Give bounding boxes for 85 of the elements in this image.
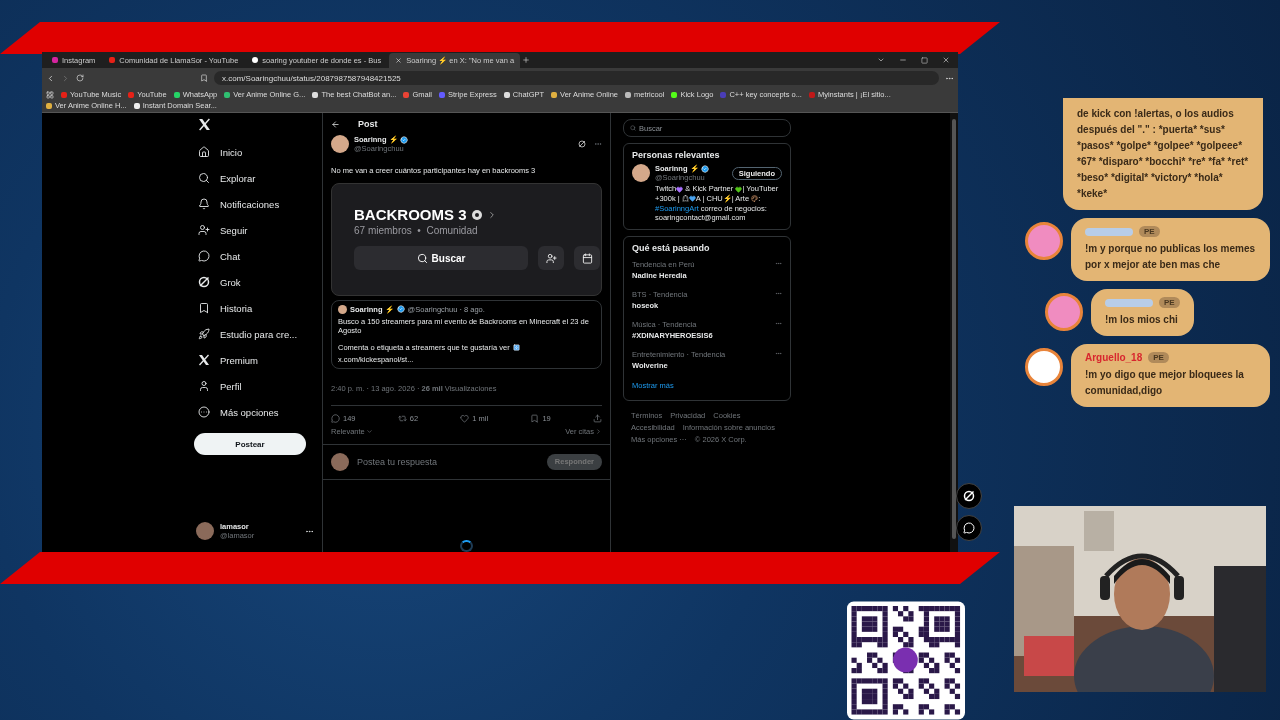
home-icon bbox=[198, 146, 210, 158]
repost-icon bbox=[397, 413, 407, 423]
country-badge: PE bbox=[1139, 226, 1160, 237]
bell-icon bbox=[198, 198, 210, 210]
avatar[interactable] bbox=[632, 164, 650, 182]
page-title: Post bbox=[358, 119, 378, 129]
card-title: Qué está pasando bbox=[632, 243, 711, 253]
x-logo-icon bbox=[395, 56, 403, 64]
avatar bbox=[331, 452, 349, 471]
slashed-circle-icon bbox=[963, 490, 975, 502]
bookmark-icon bbox=[530, 413, 540, 423]
avatar bbox=[1025, 222, 1063, 260]
search-icon bbox=[416, 252, 428, 264]
youtube-icon bbox=[109, 57, 116, 63]
x-logo-icon bbox=[198, 354, 210, 366]
google-icon bbox=[252, 57, 259, 63]
avatar[interactable] bbox=[331, 135, 349, 153]
chat-message: !m los mios chi bbox=[1105, 313, 1179, 327]
new-tab-icon[interactable] bbox=[522, 56, 531, 64]
nav-item[interactable]: Más opciones bbox=[190, 399, 322, 425]
reply-field[interactable]: Postea tu respuesta bbox=[355, 455, 541, 468]
palette-icon bbox=[751, 195, 759, 203]
user-plus-icon bbox=[198, 224, 210, 236]
instagram-icon bbox=[52, 57, 58, 63]
bookmark-icon[interactable] bbox=[200, 74, 208, 82]
blurred-username bbox=[1085, 227, 1133, 236]
card-title: Personas relevantes bbox=[632, 150, 721, 160]
nav-item[interactable]: Notificaciones bbox=[190, 191, 322, 217]
share-icon bbox=[593, 413, 602, 423]
reply-icon bbox=[331, 413, 340, 423]
user-icon bbox=[198, 380, 210, 392]
loading-spinner bbox=[460, 539, 473, 552]
calendar-icon bbox=[581, 252, 593, 264]
blurred-username bbox=[1105, 298, 1153, 307]
back-icon[interactable] bbox=[331, 119, 340, 129]
nav-item[interactable]: Inicio bbox=[190, 139, 322, 165]
chat-message: !m yo digo que mejor bloquees la comunidad,digo bbox=[1085, 368, 1245, 398]
verified-icon bbox=[396, 305, 405, 314]
search-icon bbox=[630, 125, 636, 131]
verified-icon bbox=[399, 135, 408, 144]
avatar bbox=[1045, 293, 1083, 331]
chat-icon bbox=[198, 250, 210, 262]
scrollbar[interactable] bbox=[952, 119, 956, 539]
chat-message: !m y porque no publicas los memes por x mejor ate ben mas che bbox=[1085, 242, 1256, 272]
chat-username: Arguello_18 bbox=[1085, 352, 1143, 363]
minimize-icon[interactable] bbox=[899, 56, 907, 64]
community-meta: 67 miembros • Comunidad bbox=[354, 225, 479, 236]
user-plus-icon bbox=[545, 252, 557, 264]
heart-icon bbox=[460, 413, 470, 423]
search-icon bbox=[198, 172, 210, 184]
more-icon bbox=[198, 406, 210, 418]
rocket-icon bbox=[198, 328, 210, 340]
back-icon[interactable] bbox=[46, 73, 55, 83]
avatar bbox=[1025, 348, 1063, 386]
slashed-circle-icon[interactable] bbox=[578, 140, 586, 148]
country-badge: PE bbox=[1148, 352, 1169, 363]
x-logo-icon bbox=[198, 118, 211, 131]
nav-item[interactable]: Seguir bbox=[190, 217, 322, 243]
nav-item[interactable]: Historia bbox=[190, 295, 322, 321]
community-name: BACKROOMS 3 bbox=[354, 206, 467, 223]
qr-code-icon bbox=[847, 601, 965, 720]
chat-message: de kick con !alertas, o los audios después del "." : *puerta* *sus* *pasos* *golpe* *golpee* *golpeee* *67* *disparo* *bocchi* *re* *fa* *ret* *beso* *digital* *victory* *hola* *keke* bbox=[1077, 107, 1249, 201]
close-icon[interactable] bbox=[942, 56, 950, 64]
nav-item[interactable]: Perfil bbox=[190, 373, 322, 399]
apps-icon[interactable] bbox=[46, 90, 54, 99]
reload-icon[interactable] bbox=[76, 74, 84, 82]
share-action[interactable] bbox=[593, 413, 602, 423]
tab-list-icon[interactable] bbox=[877, 56, 885, 64]
grok-button[interactable] bbox=[956, 483, 982, 509]
url-field[interactable]: x.com/Soaringchuu/status/2087987587948421525 bbox=[214, 71, 939, 85]
nav-item[interactable]: Premium bbox=[190, 347, 322, 373]
nav-item[interactable]: Estudio para cre... bbox=[190, 321, 322, 347]
post-button[interactable]: Postear bbox=[194, 433, 306, 455]
nav-item[interactable]: Chat bbox=[190, 243, 322, 269]
maximize-icon[interactable] bbox=[921, 56, 928, 64]
chat-icon bbox=[963, 522, 975, 534]
nav-item[interactable]: Grok bbox=[190, 269, 322, 295]
messages-button[interactable] bbox=[956, 515, 982, 541]
avatar bbox=[338, 304, 347, 314]
verified-icon bbox=[700, 164, 709, 173]
bookmark-icon bbox=[198, 302, 210, 314]
avatar[interactable] bbox=[196, 522, 214, 540]
nav-item[interactable]: Explorar bbox=[190, 165, 322, 191]
country-badge: PE bbox=[1159, 297, 1180, 308]
slashed-circle-icon bbox=[198, 276, 210, 288]
